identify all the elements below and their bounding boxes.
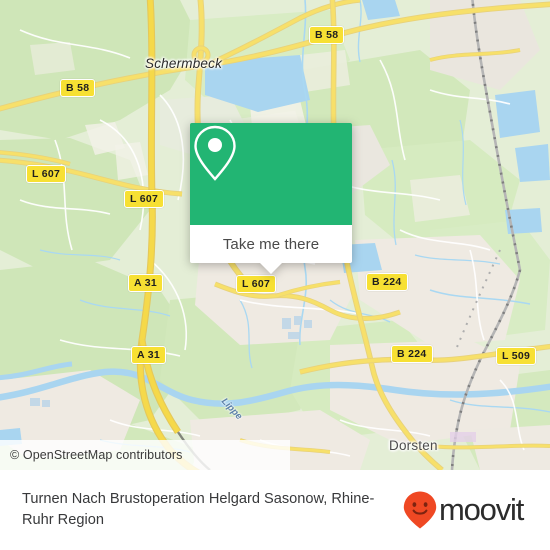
page-title: Turnen Nach Brustoperation Helgard Sason… xyxy=(22,490,375,528)
road-shield-b224-south[interactable]: B 224 xyxy=(391,345,433,363)
popup-tail xyxy=(260,263,282,274)
footer-bar: Turnen Nach Brustoperation Helgard Sason… xyxy=(0,470,550,550)
road-shield-a31-south[interactable]: A 31 xyxy=(131,346,166,364)
osm-attribution: © OpenStreetMap contributors xyxy=(0,440,290,470)
moovit-smiley-pin-icon xyxy=(403,491,437,529)
location-popup-card[interactable]: Take me there xyxy=(190,123,352,274)
road-shield-l509[interactable]: L 509 xyxy=(496,347,537,365)
map-pin-icon xyxy=(194,125,236,181)
popup-header xyxy=(190,123,352,225)
road-shield-b58-east[interactable]: B 58 xyxy=(309,26,345,44)
map-canvas[interactable]: Schermbeck Dorsten Lippe B 58 B 58 L 607… xyxy=(0,0,550,470)
road-shield-l607-mid[interactable]: L 607 xyxy=(124,190,165,208)
road-shield-b58-west[interactable]: B 58 xyxy=(60,79,96,97)
moovit-brand[interactable]: moovit xyxy=(402,490,545,530)
popup-action-bar[interactable]: Take me there xyxy=(190,225,352,274)
place-label-schermbeck: Schermbeck xyxy=(145,56,223,71)
road-shield-b224-north[interactable]: B 224 xyxy=(366,273,408,291)
moovit-wordmark: moovit xyxy=(439,492,524,527)
take-me-there-label: Take me there xyxy=(222,235,320,253)
place-label-dorsten: Dorsten xyxy=(389,438,438,453)
road-shield-l607-west[interactable]: L 607 xyxy=(26,165,67,183)
osm-attribution-text: © OpenStreetMap contributors xyxy=(10,448,183,462)
road-shield-l607-center[interactable]: L 607 xyxy=(236,275,277,293)
screenshot-frame: Schermbeck Dorsten Lippe B 58 B 58 L 607… xyxy=(0,0,550,550)
road-shield-a31-north[interactable]: A 31 xyxy=(128,274,163,292)
